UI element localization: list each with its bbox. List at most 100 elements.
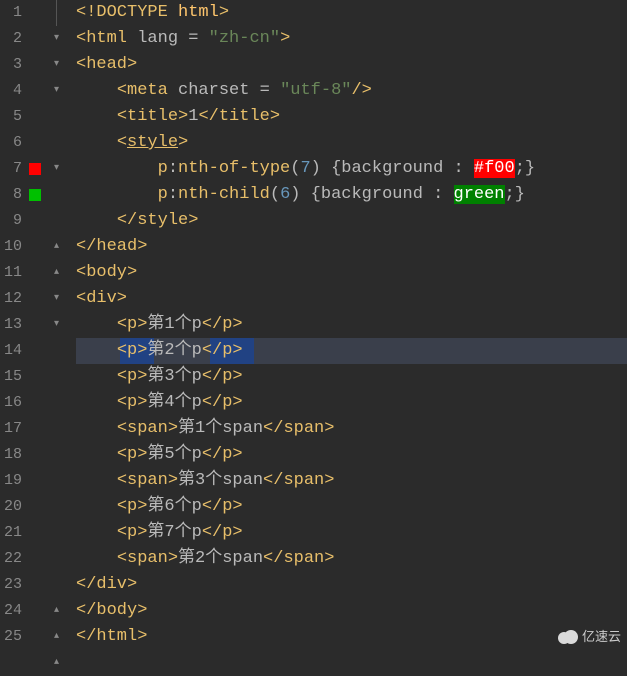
fold-gutter: ▾▾▾▾▴▴▾▾▴▴▴ <box>48 0 66 654</box>
line-number: 24 <box>0 598 26 624</box>
token: 第2个span <box>178 549 263 568</box>
token: > <box>280 29 290 48</box>
fold-close-icon[interactable]: ▴ <box>51 606 62 617</box>
gutter-mark-slot <box>26 104 48 130</box>
gutter-mark-slot <box>26 182 48 208</box>
gutter-mark-slot <box>26 312 48 338</box>
fold-open-icon[interactable]: ▾ <box>51 294 62 305</box>
code-text: <!DOCTYPE html> <box>76 3 229 22</box>
token: 第6个p <box>147 497 201 516</box>
fold-open-icon[interactable]: ▾ <box>51 320 62 331</box>
code-line[interactable]: p:nth-of-type(7) {background : #f00;} <box>76 156 627 182</box>
fold-close-icon[interactable]: ▴ <box>51 632 62 643</box>
fold-open-icon[interactable]: ▾ <box>51 60 62 71</box>
code-line[interactable]: <p>第6个p</p> <box>76 494 627 520</box>
code-text: <div> <box>76 289 127 308</box>
token: <!DOCTYPE <box>76 3 178 22</box>
fold-slot <box>48 104 66 130</box>
line-number: 16 <box>0 390 26 416</box>
token: <p> <box>117 393 148 412</box>
fold-open-icon[interactable]: ▾ <box>51 34 62 45</box>
token: charset <box>178 81 260 100</box>
token: <p> <box>117 341 148 360</box>
line-number: 1 <box>0 0 26 26</box>
fold-slot: ▴ <box>48 234 66 260</box>
code-line[interactable]: <p>第3个p</p> <box>76 364 627 390</box>
token: = <box>260 81 280 100</box>
code-text: <p>第3个p</p> <box>76 367 243 386</box>
fold-guide-line <box>56 0 57 26</box>
fold-close-icon[interactable]: ▴ <box>51 658 62 669</box>
code-line[interactable]: <span>第3个span</span> <box>76 468 627 494</box>
fold-open-icon[interactable]: ▾ <box>51 86 62 97</box>
code-line[interactable]: </head> <box>76 234 627 260</box>
code-line[interactable]: <p>第4个p</p> <box>76 390 627 416</box>
gutter-mark-slot <box>26 260 48 286</box>
token: <meta <box>117 81 178 100</box>
token: } <box>525 159 535 178</box>
code-text: </body> <box>76 601 147 620</box>
code-line[interactable]: <p>第1个p</p> <box>76 312 627 338</box>
token: { <box>311 185 321 204</box>
token: 第1个p <box>147 315 201 334</box>
code-line[interactable]: <p>第2个p</p> <box>76 338 627 364</box>
token: </p> <box>202 367 243 386</box>
token: 第4个p <box>147 393 201 412</box>
code-line[interactable]: <p>第7个p</p> <box>76 520 627 546</box>
token: </span> <box>263 549 334 568</box>
gutter-mark-slot <box>26 546 48 572</box>
code-editor: 1234567891011121314151617181920212223242… <box>0 0 627 654</box>
gutter-mark-slot <box>26 598 48 624</box>
fold-slot: ▾ <box>48 156 66 182</box>
code-line[interactable]: <style> <box>76 130 627 156</box>
code-line[interactable]: </div> <box>76 572 627 598</box>
token: > <box>178 133 188 152</box>
token: ; <box>515 159 525 178</box>
code-area[interactable]: <!DOCTYPE html><html lang = "zh-cn"><hea… <box>66 0 627 654</box>
fold-slot <box>48 338 66 364</box>
code-line[interactable]: <div> <box>76 286 627 312</box>
token: 6 <box>280 185 290 204</box>
fold-slot <box>48 468 66 494</box>
code-line[interactable]: <html lang = "zh-cn"> <box>76 26 627 52</box>
code-line[interactable]: <title>1</title> <box>76 104 627 130</box>
code-line[interactable]: </body> <box>76 598 627 624</box>
token: : <box>168 185 178 204</box>
fold-close-icon[interactable]: ▴ <box>51 242 62 253</box>
fold-slot <box>48 494 66 520</box>
gutter-mark-slot <box>26 286 48 312</box>
gutter-mark-slot <box>26 208 48 234</box>
line-number: 7 <box>0 156 26 182</box>
code-text: </html> <box>76 627 147 646</box>
code-line[interactable]: <head> <box>76 52 627 78</box>
fold-open-icon[interactable]: ▾ <box>51 164 62 175</box>
gutter-mark-slot <box>26 520 48 546</box>
token: < <box>117 133 127 152</box>
token: ) <box>290 185 310 204</box>
token: </p> <box>202 393 243 412</box>
code-text: p:nth-child(6) {background : green;} <box>76 185 525 204</box>
code-line[interactable]: <body> <box>76 260 627 286</box>
code-line[interactable]: <!DOCTYPE html> <box>76 0 627 26</box>
fold-close-icon[interactable]: ▴ <box>51 268 62 279</box>
token: </p> <box>202 341 243 360</box>
token: <p> <box>117 523 148 542</box>
fold-slot: ▴ <box>48 260 66 286</box>
code-line[interactable]: </html> <box>76 624 627 650</box>
code-line[interactable]: <span>第1个span</span> <box>76 416 627 442</box>
line-number: 23 <box>0 572 26 598</box>
token: p <box>158 159 168 178</box>
code-line[interactable]: <span>第2个span</span> <box>76 546 627 572</box>
token: </head> <box>76 237 147 256</box>
token: html <box>178 3 219 22</box>
code-line[interactable]: </style> <box>76 208 627 234</box>
token: </p> <box>202 445 243 464</box>
token: 第2个p <box>147 341 201 360</box>
fold-slot <box>48 416 66 442</box>
gutter-mark-slot <box>26 130 48 156</box>
code-line[interactable]: <meta charset = "utf-8"/> <box>76 78 627 104</box>
code-line[interactable]: <p>第5个p</p> <box>76 442 627 468</box>
code-line[interactable]: p:nth-child(6) {background : green;} <box>76 182 627 208</box>
token: "zh-cn" <box>209 29 280 48</box>
code-text: </div> <box>76 575 137 594</box>
